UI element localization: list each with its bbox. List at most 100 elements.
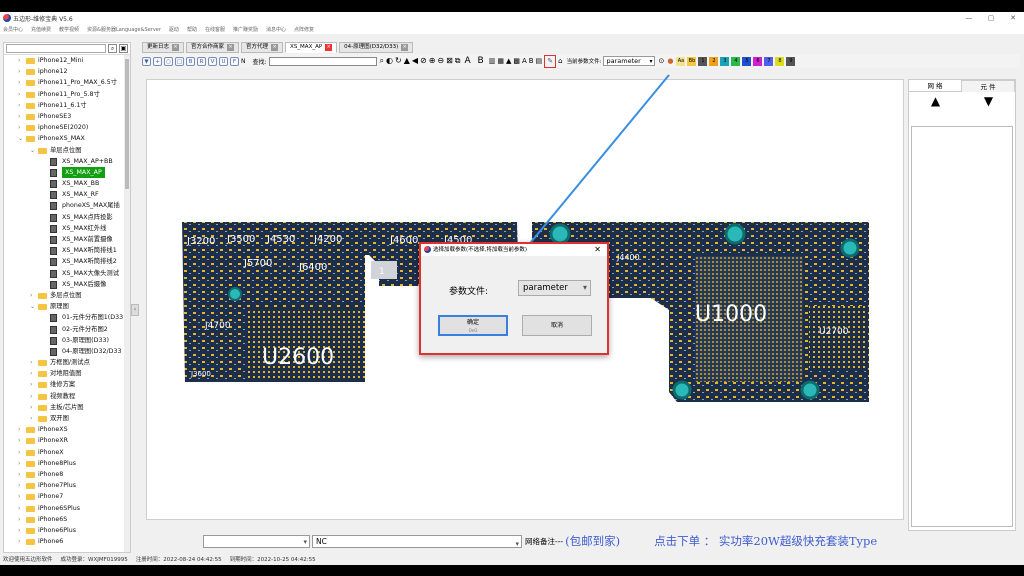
folder-icon[interactable]: ⌂	[558, 57, 562, 65]
chevron-right-icon[interactable]: ›	[18, 536, 20, 547]
arrow-up-icon[interactable]: ▲	[931, 94, 940, 108]
tree-file-item[interactable]: 04-原理图(D32/D33	[4, 346, 130, 357]
chevron-right-icon[interactable]: ›	[18, 458, 20, 469]
tree-file-item[interactable]: 03-原理图(D33)	[4, 335, 130, 346]
load-parameter-button[interactable]: ✎	[544, 54, 557, 68]
toggle-icon[interactable]: ⊙	[658, 57, 664, 65]
tree-folder-item[interactable]: › iPhoneX	[4, 447, 130, 458]
close-window-button[interactable]: ✕	[1002, 12, 1024, 24]
param-file-select[interactable]: parameter	[518, 280, 591, 296]
b-tool-button[interactable]: B	[186, 56, 195, 66]
palette-icon[interactable]: ●	[667, 57, 673, 65]
close-tab-icon[interactable]: ×	[227, 44, 235, 51]
tree-folder-item[interactable]: › iPhone11_6.1寸	[4, 100, 130, 111]
close-tab-icon[interactable]: ×	[325, 44, 333, 51]
tree-file-item[interactable]: 02-元件分布图2	[4, 324, 130, 335]
chevron-right-icon[interactable]: ›	[30, 402, 32, 413]
chevron-right-icon[interactable]: ›	[30, 391, 32, 402]
search-input[interactable]	[268, 56, 377, 66]
tree-folder-item[interactable]: › iPhone11_Pro_5.8寸	[4, 89, 130, 100]
color-swatch[interactable]: 3	[720, 56, 730, 66]
menu-item-dot-repair[interactable]: 点阵修复	[294, 26, 314, 33]
tree-folder-item[interactable]: › iPhone6S	[4, 514, 130, 525]
tree-folder-item[interactable]: › 双开图	[4, 413, 130, 424]
tab-changelog[interactable]: 更新日志 ×	[142, 42, 185, 53]
close-tab-icon[interactable]: ×	[401, 44, 409, 51]
tree-folder-item[interactable]: › iphone12	[4, 66, 130, 77]
tree-folder-item[interactable]: › iPhone12_Mini	[4, 55, 130, 66]
net-combo[interactable]: NC	[312, 534, 522, 550]
chevron-right-icon[interactable]: ›	[18, 100, 20, 111]
f-tool-button[interactable]: F	[230, 56, 239, 66]
chevron-right-icon[interactable]: ›	[30, 413, 32, 424]
chevron-right-icon[interactable]: ›	[18, 55, 20, 66]
tree-file-item[interactable]: 01-元件分布图1(D33	[4, 312, 130, 323]
scroll-thumb[interactable]	[125, 59, 129, 189]
confirm-button[interactable]: 确定 OnO	[438, 315, 508, 336]
chevron-right-icon[interactable]: ›	[18, 491, 20, 502]
tree-folder-item[interactable]: › 主板/芯片图	[4, 402, 130, 413]
tree-folder-item[interactable]: › iphoneSE(2020)	[4, 122, 130, 133]
tree-folder-item[interactable]: › iPhoneSE3	[4, 111, 130, 122]
param-file-select[interactable]: parameter	[603, 56, 656, 66]
tree-file-item[interactable]: phoneXS_MAX尾插	[4, 200, 130, 211]
color-swatch[interactable]: 6	[753, 56, 763, 66]
tree-folder-item[interactable]: › 多层点位图	[4, 290, 130, 301]
tree-folder-item[interactable]: › iPhone6SPlus	[4, 503, 130, 514]
tree-file-item[interactable]: XS_MAX听筒排线1	[4, 245, 130, 256]
filter-tool-button[interactable]: ▼	[142, 56, 151, 66]
tree-folder-item[interactable]: ⌄ 单层点位图	[4, 145, 130, 156]
tree-file-item[interactable]: XS_MAX前置摄像	[4, 234, 130, 245]
search-icon[interactable]: ⌕	[108, 44, 117, 53]
tree-folder-item[interactable]: › iPhone7	[4, 491, 130, 502]
tree-file-item[interactable]: XS_MAX_AP+BB	[4, 156, 130, 167]
square-tool-button[interactable]: □	[175, 56, 184, 66]
tree-file-item[interactable]: XS_MAX大像头测试	[4, 268, 130, 279]
tab-component[interactable]: 元 件	[961, 80, 1015, 92]
component-combo[interactable]	[203, 534, 310, 548]
chevron-right-icon[interactable]: ›	[18, 66, 20, 77]
tree-search-input[interactable]	[6, 44, 106, 53]
menu-item-support[interactable]: 在线客服	[205, 26, 225, 33]
menu-item-referral[interactable]: 推广赚奖励	[233, 26, 258, 33]
dialog-close-button[interactable]: ✕	[594, 244, 601, 256]
tree-folder-item[interactable]: › iPhone7Plus	[4, 480, 130, 491]
menu-item-recharge[interactable]: 充值续费	[31, 26, 51, 33]
color-swatch[interactable]: 2	[709, 56, 719, 66]
tab-agents[interactable]: 官方代理 ×	[241, 42, 284, 53]
tree-file-item[interactable]: XS_MAX后摄像	[4, 279, 130, 290]
tree-folder-item[interactable]: › 对地阻值图	[4, 368, 130, 379]
collapse-sidebar-button[interactable]: ‹	[131, 304, 139, 316]
tree-file-item[interactable]: XS_MAX_RF	[4, 189, 130, 200]
chevron-right-icon[interactable]: ›	[18, 514, 20, 525]
tree-file-item[interactable]: XS_MAX听筒排线2	[4, 256, 130, 267]
chevron-right-icon[interactable]: ›	[18, 447, 20, 458]
tree-folder-item[interactable]: › iPhone6	[4, 536, 130, 547]
chevron-right-icon[interactable]: ›	[18, 480, 20, 491]
menu-item-server[interactable]: 资源&服务器Language&Server	[87, 26, 161, 33]
tab-xs-max-ap[interactable]: XS_MAX_AP ×	[285, 42, 338, 53]
color-swatch[interactable]: 1	[698, 56, 708, 66]
menu-item-member[interactable]: 会员中心	[3, 26, 23, 33]
tree-folder-item[interactable]: › iPhoneXS	[4, 424, 130, 435]
tree-folder-item[interactable]: › iPhone11_Pro_MAX_6.5寸	[4, 77, 130, 88]
chevron-right-icon[interactable]: ›	[18, 435, 20, 446]
r-tool-button[interactable]: R	[197, 56, 206, 66]
tree-folder-item[interactable]: ⌄ iPhoneXS_MAX	[4, 133, 130, 144]
chevron-right-icon[interactable]: ›	[30, 379, 32, 390]
tree-file-item[interactable]: XS_MAX点阵投影	[4, 212, 130, 223]
tree-folder-item[interactable]: › iPhone6Plus	[4, 525, 130, 536]
chevron-right-icon[interactable]: ›	[30, 290, 32, 301]
cancel-button[interactable]: 取消	[522, 315, 592, 336]
menu-item-help[interactable]: 帮助	[187, 26, 197, 33]
color-swatch[interactable]: Aa	[676, 56, 686, 66]
circle-tool-button[interactable]: ○	[164, 56, 173, 66]
tree-folder-item[interactable]: › 方框图/测试点	[4, 357, 130, 368]
tree-scrollbar[interactable]	[124, 55, 130, 552]
menu-item-tutorial[interactable]: 教学视频	[59, 26, 79, 33]
maximize-button[interactable]: ▢	[980, 12, 1002, 24]
tree-folder-item[interactable]: › 视频教程	[4, 391, 130, 402]
chevron-right-icon[interactable]: ›	[18, 111, 20, 122]
color-swatch[interactable]: 5	[742, 56, 752, 66]
chevron-right-icon[interactable]: ›	[18, 424, 20, 435]
